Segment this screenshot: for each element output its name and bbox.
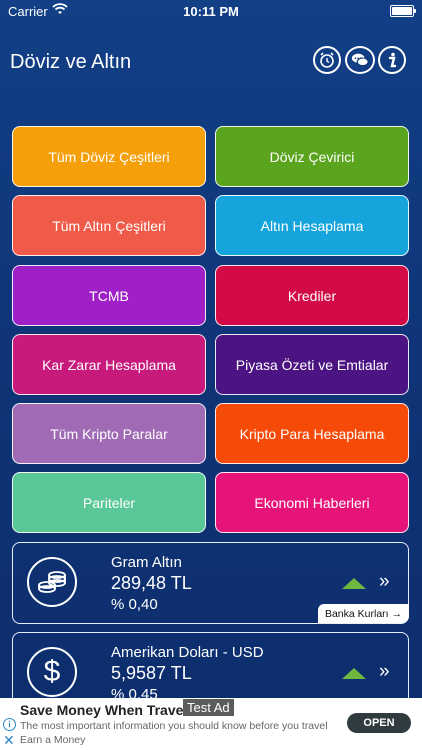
rate-value: 289,48 TL	[111, 573, 192, 593]
alarm-icon[interactable]	[313, 46, 341, 74]
chevron-right-icon[interactable]: »	[379, 571, 390, 593]
rate-change: % 0,40	[111, 596, 158, 613]
bank-rates-button[interactable]: Banka Kurları →	[318, 604, 409, 623]
chat-bubbles-icon[interactable]	[345, 46, 375, 74]
battery-icon	[390, 5, 416, 17]
ad-close-icon[interactable]: ✕	[3, 732, 15, 749]
menu-tile-currency-converter[interactable]: Döviz Çevirici	[215, 126, 409, 187]
menu-tile-parities[interactable]: Pariteler	[12, 472, 206, 533]
coins-icon	[27, 557, 77, 607]
status-bar: Carrier 10:11 PM	[0, 0, 422, 22]
trend-up-icon	[342, 668, 366, 679]
ad-banner[interactable]: i ✕ Save Money When Travel Test Ad The m…	[0, 698, 422, 750]
rate-value: 5,9587 TL	[111, 663, 192, 683]
menu-tile-crypto-calculation[interactable]: Kripto Para Hesaplama	[215, 403, 409, 464]
rate-name: Gram Altın	[111, 554, 182, 571]
dollar-icon: $	[27, 647, 77, 697]
clock: 10:11 PM	[183, 4, 239, 19]
menu-tile-all-currencies[interactable]: Tüm Döviz Çeşitleri	[12, 126, 206, 187]
ad-info-icon[interactable]: i	[3, 718, 16, 731]
chevron-right-icon[interactable]: »	[379, 661, 390, 683]
page-title: Döviz ve Altın	[10, 51, 132, 73]
menu-tile-profit-loss[interactable]: Kar Zarar Hesaplama	[12, 334, 206, 395]
ad-body: The most important information you shoul…	[20, 720, 328, 732]
ad-brand: Earn a Money	[20, 734, 86, 746]
menu-tile-all-crypto[interactable]: Tüm Kripto Paralar	[12, 403, 206, 464]
ad-title: Save Money When Travel	[20, 702, 188, 718]
ad-test-label: Test Ad	[183, 699, 234, 716]
info-icon[interactable]	[378, 46, 406, 74]
menu-tile-economy-news[interactable]: Ekonomi Haberleri	[215, 472, 409, 533]
ad-open-button[interactable]: OPEN	[347, 713, 411, 733]
menu-tile-all-gold[interactable]: Tüm Altın Çeşitleri	[12, 195, 206, 256]
menu-tile-tcmb[interactable]: TCMB	[12, 265, 206, 326]
rate-name: Amerikan Doları - USD	[111, 644, 264, 661]
trend-up-icon	[342, 578, 366, 589]
menu-tile-market-summary[interactable]: Piyasa Özeti ve Emtialar	[215, 334, 409, 395]
menu-tile-gold-calculation[interactable]: Altın Hesaplama	[215, 195, 409, 256]
menu-tile-loans[interactable]: Krediler	[215, 265, 409, 326]
rate-card-gram-gold[interactable]: Gram Altın 289,48 TL % 0,40 » Banka Kurl…	[12, 542, 409, 624]
